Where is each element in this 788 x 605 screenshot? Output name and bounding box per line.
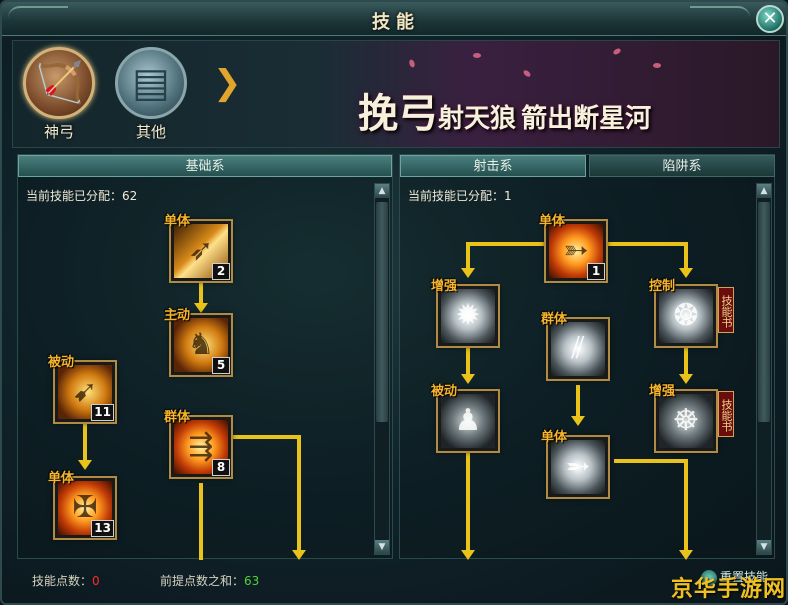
- skill-window: 技能 ✕ 🏹 神弓 ▤ 其他 ❯ 挽弓射天狼 箭出断星河 基础系 当前技能已分配…: [0, 0, 788, 605]
- skill-type: 增强: [649, 384, 676, 399]
- skill-book-button[interactable]: 技能书: [718, 287, 734, 333]
- scroll-thumb[interactable]: [758, 202, 770, 422]
- skill-type: 被动: [48, 355, 75, 370]
- link-line: [233, 435, 301, 551]
- skill-slot[interactable]: ➶ 单体 2: [164, 214, 233, 283]
- skill-points-label: 技能点数：: [32, 574, 93, 588]
- scroll-up-button[interactable]: ▲: [757, 184, 771, 198]
- slogan-part-2: 射天狼: [438, 104, 517, 134]
- petal-decoration: [522, 69, 532, 78]
- skill-slot[interactable]: ⇶ 群体 8: [164, 410, 233, 479]
- title-bar[interactable]: 技能 ✕: [2, 2, 786, 36]
- prereq-label: 前提点数之和：: [160, 574, 245, 588]
- slogan-part-3: 箭出断星河: [521, 104, 652, 134]
- link-arrowhead: [679, 550, 693, 560]
- link-line: [614, 459, 688, 551]
- link-arrowhead: [461, 550, 475, 560]
- skill-slot[interactable]: ➵ 单体: [541, 430, 610, 499]
- warrior-icon: ♟: [441, 394, 495, 448]
- class-tab-other[interactable]: ▤ 其他: [113, 47, 189, 147]
- skill-type: 单体: [48, 471, 75, 486]
- class-tab-label: 神弓: [43, 123, 74, 141]
- skill-level: 13: [91, 520, 114, 537]
- watermark-logo: 京华手游网: [670, 577, 786, 602]
- skill-type: 被动: [431, 384, 458, 399]
- scroll-down-button[interactable]: ▼: [757, 540, 771, 554]
- link-arrowhead: [679, 268, 693, 278]
- scroll-thumb[interactable]: [376, 202, 388, 422]
- skill-scrollbar[interactable]: ▲ ▼: [756, 183, 772, 555]
- link-arrowhead: [571, 416, 585, 426]
- skill-slot[interactable]: ❂ 控制: [649, 279, 718, 348]
- window-title: 技能: [372, 12, 420, 33]
- skill-type: 控制: [649, 279, 676, 294]
- prereq-points: 前提点数之和：63: [160, 572, 259, 589]
- skill-level: 2: [212, 263, 230, 280]
- advanced-skill-panel: 射击系 陷阱系 当前技能已分配：1 ➳ 单体 1 ✹ 增强 ❂ 控制 技能书 ⫽…: [399, 154, 775, 560]
- skill-level: 8: [212, 459, 230, 476]
- link-arrowhead: [292, 550, 306, 560]
- skill-scrollbar[interactable]: ▲ ▼: [374, 183, 390, 555]
- skill-level: 1: [587, 263, 605, 280]
- petal-decoration: [408, 58, 416, 69]
- petal-decoration: [473, 53, 481, 58]
- link-arrowhead: [461, 374, 475, 384]
- class-slogan: 挽弓射天狼 箭出断星河: [358, 81, 651, 139]
- link-arrowhead: [461, 268, 475, 278]
- slogan-part-1: 挽弓: [358, 90, 438, 137]
- close-icon: ✕: [762, 8, 778, 29]
- class-tab-shengong[interactable]: 🏹 神弓: [21, 47, 97, 147]
- skill-slot[interactable]: ☸ 增强: [649, 384, 718, 453]
- skill-type: 群体: [164, 410, 191, 425]
- close-button[interactable]: ✕: [756, 5, 784, 33]
- link-line: [608, 242, 688, 269]
- skill-type: 单体: [164, 214, 191, 229]
- skill-type: 增强: [431, 279, 458, 294]
- link-arrowhead: [78, 460, 92, 470]
- skill-type: 单体: [541, 430, 568, 445]
- footer-bar: 技能点数：0 前提点数之和：63 重置技能 京华手游网: [2, 562, 786, 603]
- prereq-value: 63: [244, 574, 260, 588]
- skill-type: 单体: [539, 214, 566, 229]
- skill-level: 11: [91, 404, 114, 421]
- skill-slot[interactable]: ➳ 单体 1: [539, 214, 608, 283]
- petal-decoration: [653, 63, 661, 68]
- skill-slot[interactable]: ➹ 被动 11: [48, 355, 117, 424]
- skill-type: 主动: [164, 308, 191, 323]
- skill-level: 5: [212, 357, 230, 374]
- skill-slot[interactable]: ♟ 被动: [431, 384, 500, 453]
- skill-slot[interactable]: ⫽ 群体: [541, 312, 610, 381]
- skill-slot[interactable]: ♞ 主动 5: [164, 308, 233, 377]
- next-class-arrow-icon[interactable]: ❯: [213, 63, 242, 103]
- arrow-rain-icon: ⫽: [551, 322, 605, 376]
- whirl-icon: ❂: [659, 289, 713, 343]
- link-line: [466, 242, 546, 269]
- light-burst-icon: ✹: [441, 289, 495, 343]
- scroll-icon: ▤: [115, 47, 187, 119]
- link-arrowhead: [194, 303, 208, 313]
- skill-slot[interactable]: ✠ 单体 13: [48, 471, 117, 540]
- skill-points: 技能点数：0: [32, 572, 100, 589]
- skill-points-value: 0: [92, 574, 100, 588]
- link-arrowhead: [679, 374, 693, 384]
- piercing-arrow-icon: ➵: [551, 440, 605, 494]
- scroll-up-button[interactable]: ▲: [375, 184, 389, 198]
- class-header: 🏹 神弓 ▤ 其他 ❯ 挽弓射天狼 箭出断星河: [12, 40, 780, 148]
- skill-type: 群体: [541, 312, 568, 327]
- skill-slot[interactable]: ✹ 增强: [431, 279, 500, 348]
- petal-decoration: [612, 47, 622, 56]
- basic-skill-panel: 基础系 当前技能已分配：62 ➶ 单体 2 ♞ 主动 5 ➹ 被动 11 ⇶ 群…: [17, 154, 393, 560]
- skill-book-button[interactable]: 技能书: [718, 391, 734, 437]
- meditate-icon: ☸: [659, 394, 713, 448]
- scroll-down-button[interactable]: ▼: [375, 540, 389, 554]
- class-tab-label: 其他: [135, 123, 166, 141]
- bow-icon: 🏹: [23, 47, 95, 119]
